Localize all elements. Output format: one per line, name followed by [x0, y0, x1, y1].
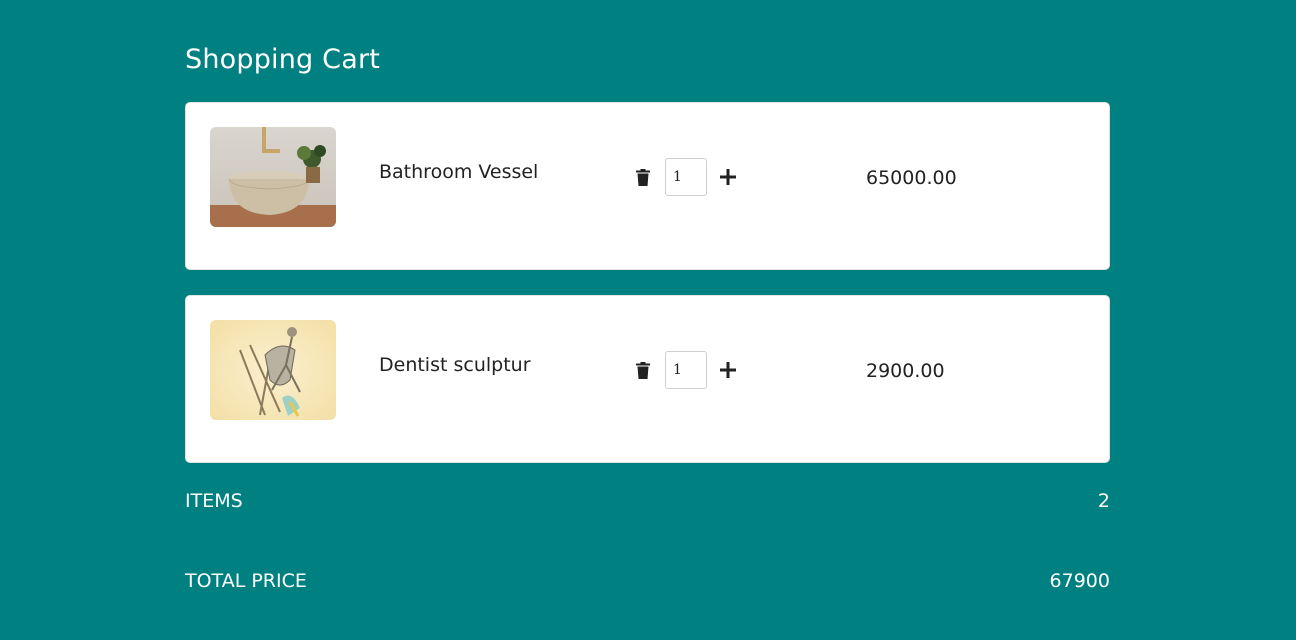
trash-icon[interactable]	[635, 167, 651, 187]
summary-total-row: TOTAL PRICE 67900	[185, 570, 1110, 592]
quantity-input[interactable]	[665, 351, 707, 389]
trash-icon[interactable]	[635, 360, 651, 380]
page-title: Shopping Cart	[185, 44, 381, 75]
product-image-bathroom-vessel	[210, 127, 336, 227]
quantity-input[interactable]	[665, 158, 707, 196]
quantity-controls	[635, 158, 737, 196]
summary-items-row: ITEMS 2	[185, 490, 1110, 512]
product-price: 2900.00	[866, 360, 945, 382]
plus-icon[interactable]	[719, 361, 737, 379]
total-price-value: 67900	[1049, 570, 1110, 592]
quantity-controls	[635, 351, 737, 389]
items-label: ITEMS	[185, 490, 243, 512]
plus-icon[interactable]	[719, 168, 737, 186]
cart-list: Bathroom Vessel 65000.00	[185, 102, 1110, 488]
product-name: Bathroom Vessel	[379, 161, 539, 183]
product-price: 65000.00	[866, 167, 957, 189]
product-image-dentist-sculptur	[210, 320, 336, 420]
cart-item: Dentist sculptur 2900.00	[185, 295, 1110, 463]
cart-item: Bathroom Vessel 65000.00	[185, 102, 1110, 270]
items-count: 2	[1097, 490, 1110, 512]
product-name: Dentist sculptur	[379, 354, 531, 376]
total-price-label: TOTAL PRICE	[185, 570, 307, 592]
